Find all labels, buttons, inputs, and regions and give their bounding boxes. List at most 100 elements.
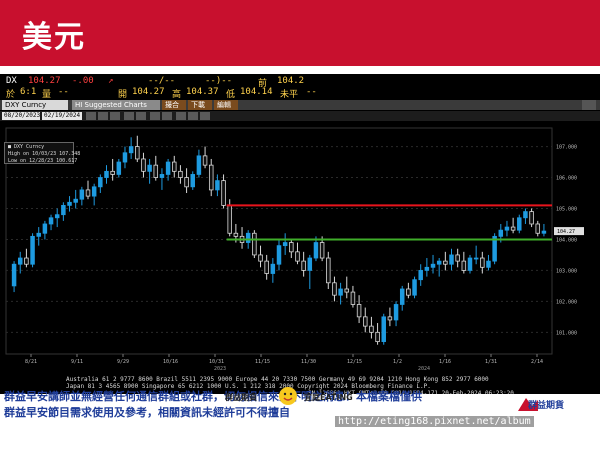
chart-legend: ■ DXY Curncy High on 10/03/23 107.348 Lo… (4, 142, 80, 164)
end-date-field[interactable]: 02/19/2024 (42, 112, 82, 120)
candle-body (116, 161, 122, 175)
quote-oi-label: 未平 (280, 90, 299, 100)
candle-body (418, 270, 423, 281)
x-tick-label: 10/31 (209, 359, 224, 365)
candle-body (350, 291, 356, 305)
y-tick-label: 103.000 (556, 268, 577, 274)
candle-body (147, 164, 152, 172)
period-button[interactable] (110, 112, 120, 120)
candle-body (430, 263, 436, 268)
zoom-button[interactable] (176, 112, 186, 120)
draw-tool-button[interactable] (150, 112, 160, 120)
download-button[interactable]: 下載 (188, 100, 212, 110)
quote-open-label: 開 (118, 90, 128, 100)
quote-high: 104.37 (186, 87, 219, 97)
candle-body (98, 177, 103, 188)
period-button[interactable] (98, 112, 108, 120)
start-date-field[interactable]: 08/20/2023 (2, 112, 40, 120)
price-chart[interactable]: 107.000 106.000 105.000 104.000 103.000 102.0… (0, 122, 600, 372)
company-logo-text: 群益期貨 (528, 401, 565, 411)
candle-body (172, 161, 177, 172)
candle-body (221, 180, 226, 206)
suggested-charts-menu[interactable]: HI Suggested Charts (72, 100, 160, 110)
settings-button[interactable] (200, 112, 210, 120)
y-tick-label: 102.000 (556, 299, 577, 305)
candle-body (406, 288, 411, 296)
x-tick-label: 11/30 (301, 359, 316, 365)
legend-high: High on 10/03/23 107.348 (8, 151, 81, 157)
candle-body (480, 257, 485, 268)
candle-body (42, 223, 48, 234)
candlestick-chart: 107.000 106.000 105.000 104.000 103.000 102.0… (5, 127, 584, 372)
y-tick-label: 105.000 (556, 206, 577, 212)
quote-row-2: 於 6:1 量 -- 開 104.27 高 104.37 低 104.14 未平… (0, 87, 317, 100)
candle-body (301, 260, 306, 271)
candle-body (504, 226, 510, 231)
blog-url[interactable]: http://eting168.pixnet.net/album (335, 416, 534, 427)
candle-body (227, 204, 232, 234)
candle-body (393, 304, 399, 321)
match-button[interactable]: 撮合 (162, 100, 186, 110)
candle-body (178, 170, 183, 178)
settings-button[interactable] (188, 112, 198, 120)
candle-body (319, 242, 325, 259)
quote-last: 104.27 (28, 76, 61, 86)
candle-body (91, 186, 97, 197)
candle-body (295, 251, 300, 262)
candle-body (73, 198, 78, 203)
brand-right: 宜庭EATING (304, 393, 353, 402)
candle-body (276, 245, 282, 265)
disclaimer-line-2: 群益早安節目需求使用及參考，相關資訊未經許可不得擅自 (4, 406, 290, 419)
candle-body (264, 260, 269, 274)
edit-button[interactable]: 編輯 (214, 100, 238, 110)
draw-tool-button[interactable] (162, 112, 172, 120)
candle-body (344, 288, 350, 293)
x-tick-label: 8/21 (25, 359, 37, 365)
candle-body (122, 152, 128, 163)
menu-icon[interactable] (582, 100, 596, 110)
candle-body (252, 232, 257, 256)
candle-body (54, 214, 60, 219)
last-price-label: 104.27 (557, 229, 575, 235)
quote-low-label: 低 (226, 90, 236, 100)
candle-body (196, 155, 202, 175)
x-year-label: 2023 (214, 366, 226, 372)
candle-body (535, 223, 541, 234)
candle-body (61, 204, 66, 216)
candle-body (165, 161, 171, 175)
candle-body (215, 180, 220, 191)
candle-body (443, 260, 448, 265)
trend-arrow-icon: ↗ (108, 76, 114, 86)
ticker-field[interactable]: DXY Curncy (2, 100, 68, 110)
chart-toolbar: 08/20/2023 02/19/2024 (0, 111, 600, 121)
candle-body (517, 217, 522, 231)
candle-body (245, 232, 251, 243)
chart-type-button[interactable] (136, 112, 146, 120)
candle-body (473, 257, 479, 260)
function-bar: DXY Curncy HI Suggested Charts 撮合 下載 編輯 (0, 100, 600, 110)
candle-body (363, 316, 368, 327)
candle-body (523, 211, 528, 219)
candle-body (498, 229, 504, 237)
quote-ticker: DX (6, 76, 17, 86)
candle-body (307, 257, 313, 271)
candle-body (270, 263, 276, 274)
candle-body (449, 254, 454, 265)
x-tick-label: 12/15 (347, 359, 362, 365)
period-button[interactable] (86, 112, 96, 120)
x-tick-label: 9/11 (71, 359, 83, 365)
candle-body (412, 279, 417, 296)
page-title: 美元 (22, 20, 86, 55)
candle-body (202, 155, 208, 166)
candle-body (289, 242, 294, 253)
quote-change: -.00 (72, 76, 94, 86)
candle-body (141, 158, 146, 172)
candle-body (486, 260, 491, 268)
x-tick-label: 1/2 (393, 359, 402, 365)
footer-contacts-1: Australia 61 2 9777 8600 Brazil 5511 239… (66, 376, 489, 383)
candle-body (356, 304, 362, 318)
candle-body (375, 331, 380, 343)
chart-type-button[interactable] (124, 112, 134, 120)
y-tick-label: 106.000 (556, 176, 577, 182)
x-tick-label: 1/16 (439, 359, 451, 365)
